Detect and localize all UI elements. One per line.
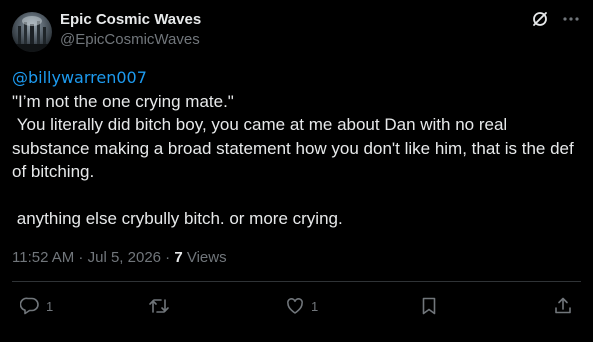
bookmark-icon xyxy=(422,297,436,315)
heart-icon xyxy=(287,298,303,314)
share-icon xyxy=(555,297,571,314)
like-count: 1 xyxy=(311,298,319,314)
reply-count: 1 xyxy=(46,298,54,314)
meta-separator-2: · xyxy=(161,249,175,266)
post: Epic Cosmic Waves @EpicCosmicWaves @bill… xyxy=(0,0,593,342)
action-bar: 1 1 xyxy=(20,296,580,320)
more-icon[interactable] xyxy=(563,10,579,28)
post-text: @billywarren007 "I’m not the one crying … xyxy=(12,66,580,231)
post-meta: 11:52 AM · Jul 5, 2026 · 7 Views xyxy=(12,249,227,267)
views-label: Views xyxy=(186,249,227,266)
divider xyxy=(12,281,581,282)
post-line-4: anything else crybully bitch. or more cr… xyxy=(12,209,343,228)
author-block: Epic Cosmic Waves @EpicCosmicWaves xyxy=(60,10,201,50)
mention-link[interactable]: @billywarren007 xyxy=(12,66,580,90)
share-button[interactable] xyxy=(553,296,573,316)
post-line-2: You literally did bitch boy, you came at… xyxy=(12,115,579,181)
post-date[interactable]: Jul 5, 2026 xyxy=(88,249,161,266)
post-line-1: "I’m not the one crying mate." xyxy=(12,91,234,111)
avatar[interactable] xyxy=(12,12,52,52)
author-handle[interactable]: @EpicCosmicWaves xyxy=(60,30,201,50)
grok-icon[interactable] xyxy=(531,10,549,28)
author-display-name[interactable]: Epic Cosmic Waves xyxy=(60,10,201,30)
views-count: 7 xyxy=(174,249,183,266)
repost-icon xyxy=(149,299,169,313)
reply-icon xyxy=(20,297,39,315)
repost-button[interactable] xyxy=(148,296,176,316)
like-button[interactable]: 1 xyxy=(285,296,318,316)
meta-separator: · xyxy=(74,249,88,266)
top-icons xyxy=(531,10,579,28)
bookmark-button[interactable] xyxy=(420,296,438,316)
post-time[interactable]: 11:52 AM xyxy=(12,249,74,266)
post-line-blank xyxy=(12,184,580,208)
reply-button[interactable]: 1 xyxy=(20,296,53,316)
